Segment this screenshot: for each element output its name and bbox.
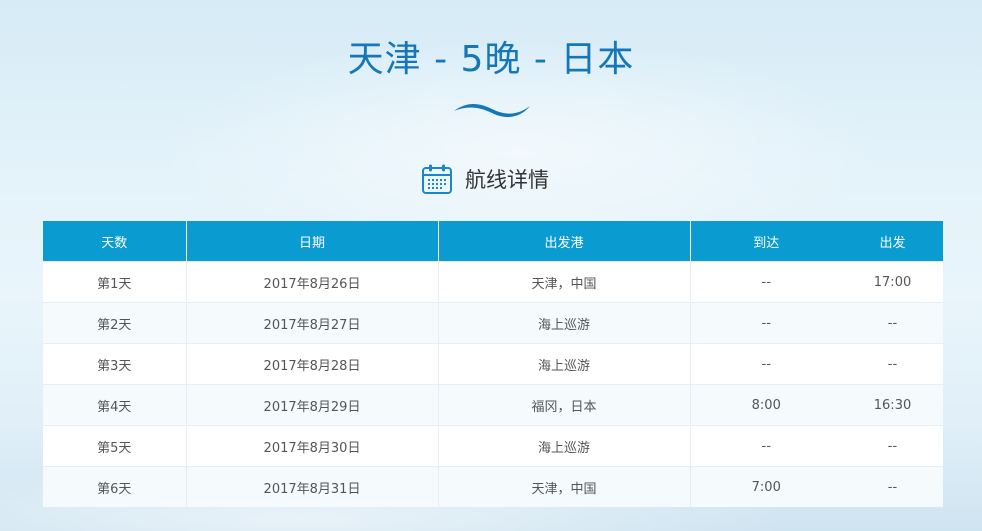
table-row: 第5天 2017年8月30日 海上巡游 -- -- [43,425,943,467]
cell-port: 天津，中国 [438,466,691,507]
cell-depart: 17:00 [842,261,943,303]
cell-depart: -- [842,343,943,385]
cell-date: 2017年8月27日 [186,302,439,344]
cell-day: 第4天 [43,384,187,426]
cell-port: 海上巡游 [438,425,691,467]
cell-arrive: -- [690,425,842,467]
cell-port: 海上巡游 [438,302,691,344]
cell-port: 福冈，日本 [438,384,691,426]
cell-depart: -- [842,302,943,344]
cell-depart: -- [842,425,943,467]
cell-port: 海上巡游 [438,343,691,385]
table-row: 第1天 2017年8月26日 天津，中国 -- 17:00 [43,261,943,303]
cell-arrive: -- [690,343,842,385]
cell-day: 第6天 [43,466,187,507]
wave-decoration-icon [454,103,530,118]
cell-port: 天津，中国 [438,261,691,303]
cell-day: 第3天 [43,343,187,385]
section-header: 航线详情 [0,162,982,196]
header-date: 日期 [186,221,439,262]
cell-depart: -- [842,466,943,507]
cell-arrive: -- [690,261,842,303]
table-row: 第6天 2017年8月31日 天津，中国 7:00 -- [43,466,943,507]
section-title: 航线详情 [465,168,549,192]
cell-day: 第2天 [43,302,187,344]
cell-date: 2017年8月31日 [186,466,439,507]
table-row: 第4天 2017年8月29日 福冈，日本 8:00 16:30 [43,384,943,426]
cell-date: 2017年8月26日 [186,261,439,303]
cell-date: 2017年8月29日 [186,384,439,426]
cell-arrive: -- [690,302,842,344]
page-title: 天津 - 5晚 - 日本 [347,39,635,80]
cell-arrive: 8:00 [690,384,842,426]
cell-date: 2017年8月30日 [186,425,439,467]
cell-depart: 16:30 [842,384,943,426]
cell-date: 2017年8月28日 [186,343,439,385]
cell-arrive: 7:00 [690,466,842,507]
header-port: 出发港 [438,221,691,262]
table-header-row: 天数 日期 出发港 到达 出发 [43,221,943,262]
cell-day: 第1天 [43,261,187,303]
header-arrive: 到达 [690,221,842,262]
cell-day: 第5天 [43,425,187,467]
header-depart: 出发 [842,221,943,262]
table-row: 第3天 2017年8月28日 海上巡游 -- -- [43,343,943,385]
calendar-icon [422,164,452,194]
header-day: 天数 [43,221,187,262]
table-row: 第2天 2017年8月27日 海上巡游 -- -- [43,302,943,344]
itinerary-table: 天数 日期 出发港 到达 出发 第1天 2017年8月26日 天津，中国 -- … [43,221,943,507]
